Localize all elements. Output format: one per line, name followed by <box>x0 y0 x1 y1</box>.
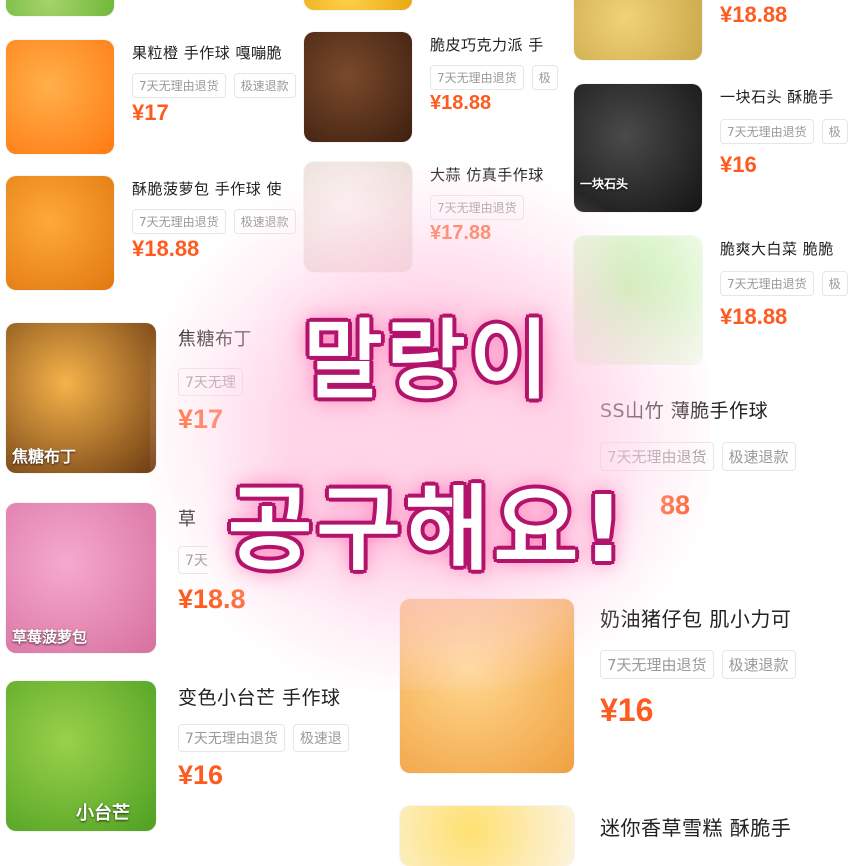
product-image[interactable] <box>6 40 114 154</box>
tag: 极 <box>821 119 848 144</box>
overlay-title-line1: 말랑이 <box>303 311 553 411</box>
product-price: ¥18.8 <box>178 584 246 614</box>
product-image[interactable] <box>304 32 412 142</box>
product-title[interactable]: 脆皮巧克力派 手 <box>430 34 560 55</box>
tag: 7天无理由退货 <box>132 209 226 234</box>
tag: 7天无理由退货 <box>430 195 524 220</box>
tag: 极 <box>531 65 558 90</box>
tag: 7天无理由退货 <box>430 65 524 90</box>
product-image[interactable] <box>304 0 412 10</box>
product-price: ¥16 <box>720 152 757 177</box>
product-image[interactable] <box>400 806 574 866</box>
image-caption: 小台芒 <box>76 803 130 824</box>
tag: 极速退 <box>292 724 349 752</box>
product-price: ¥16 <box>600 692 654 728</box>
tag: 7天无理由退货 <box>178 724 285 752</box>
image-caption: 草莓菠萝包 <box>12 628 88 646</box>
product-image[interactable]: 小台芒 <box>6 681 156 831</box>
product-title[interactable]: 果粒橙 手作球 嘎嘣脆 <box>132 42 300 63</box>
product-price: ¥18.88 <box>720 2 788 27</box>
service-tags: 7天无理由退货 极 <box>720 119 856 144</box>
product-price: ¥17.88 <box>430 222 492 244</box>
tag: 极速退款 <box>721 650 796 679</box>
product-title[interactable]: 脆爽大白菜 脆脆 <box>720 238 856 259</box>
product-title[interactable]: 迷你香草雪糕 酥脆手 <box>600 812 856 841</box>
product-image[interactable]: 一块石头 <box>574 84 702 212</box>
product-price: ¥18.88 <box>430 92 492 114</box>
product-price: ¥18.88 <box>132 236 200 261</box>
product-title[interactable]: 大蒜 仿真手作球 <box>430 164 560 185</box>
service-tags: 7天无理由退货 极速退 <box>178 724 378 752</box>
product-price: ¥16 <box>178 760 224 790</box>
product-image[interactable] <box>6 176 114 290</box>
product-image[interactable] <box>574 0 702 60</box>
product-title[interactable]: 酥脆菠萝包 手作球 使 <box>132 178 300 199</box>
product-image[interactable] <box>304 162 412 272</box>
service-tags: 7天无理由退货 极速退款 <box>132 209 300 234</box>
product-image[interactable] <box>6 0 114 16</box>
image-caption: 一块石头 <box>580 177 629 191</box>
product-title[interactable]: 变色小台芒 手作球 <box>178 683 378 710</box>
tag: 7天无理由退货 <box>600 650 714 679</box>
service-tags: 7天无理由退货 极速退款 <box>600 650 856 679</box>
tag: 极速退款 <box>233 209 296 234</box>
service-tags: 7天无理由退货 <box>430 195 560 220</box>
tag: 极速退款 <box>233 73 296 98</box>
service-tags: 7天无理由退货 极速退款 <box>132 73 300 98</box>
tag: 7天无理由退货 <box>720 119 814 144</box>
product-price: ¥17 <box>132 100 169 125</box>
product-image[interactable] <box>400 599 574 773</box>
overlay-title-line2: 공구해요! <box>227 476 629 583</box>
product-title[interactable]: 奶油猪仔包 肌小力可 <box>600 603 856 632</box>
product-title[interactable]: 一块石头 酥脆手 <box>720 86 856 107</box>
service-tags: 7天无理由退货 极 <box>430 65 560 90</box>
tag: 7天无理由退货 <box>132 73 226 98</box>
